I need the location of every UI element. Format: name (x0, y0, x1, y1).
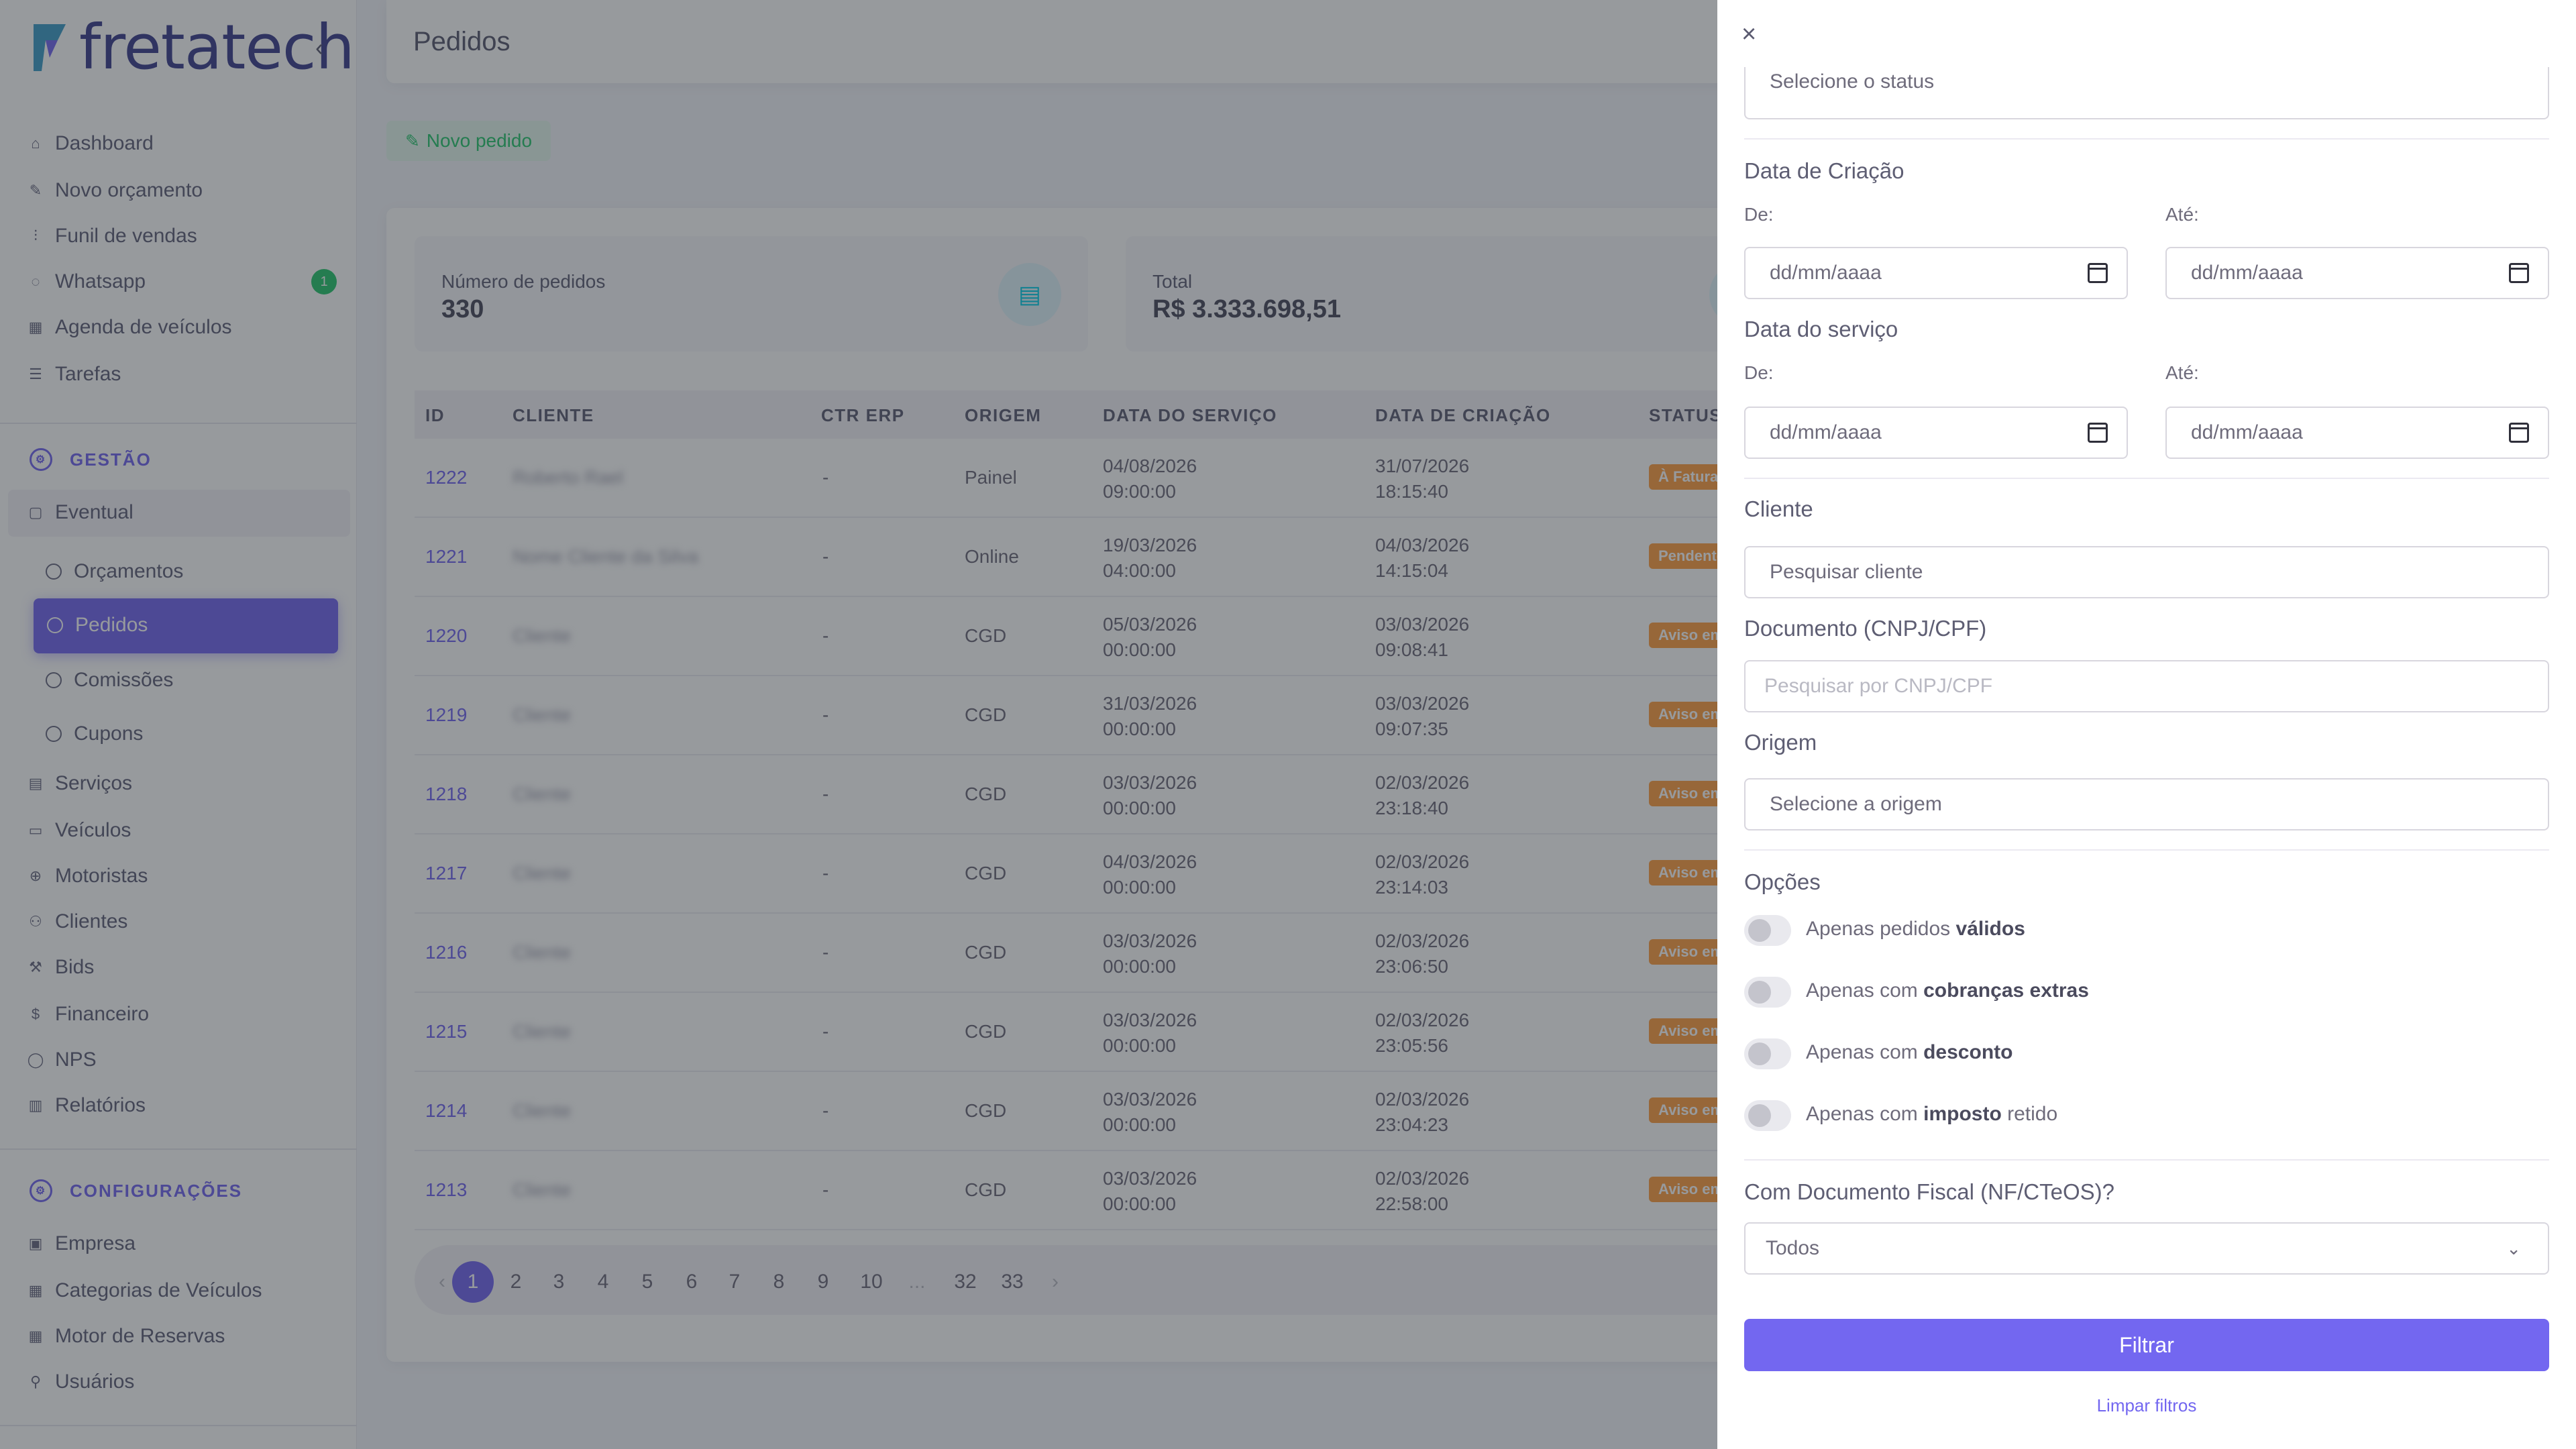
toggle-label-prefix: Apenas pedidos (1806, 918, 1951, 940)
created-to-input[interactable]: dd/mm/aaaa (2165, 247, 2549, 299)
date-placeholder: dd/mm/aaaa (2191, 262, 2303, 284)
status-placeholder: Selecione o status (1770, 70, 1935, 93)
to-label: Até: (2165, 362, 2199, 383)
toggle-label: Apenas com desconto (1806, 1041, 2012, 1064)
chevron-down-icon: ⌄ (2506, 1238, 2521, 1258)
toggle-extra-charges[interactable] (1744, 977, 1791, 1008)
client-title: Cliente (1744, 496, 1813, 521)
divider (1744, 138, 2549, 140)
document-placeholder: Pesquisar por CNPJ/CPF (1764, 675, 1993, 697)
document-search-input[interactable]: Pesquisar por CNPJ/CPF (1744, 660, 2549, 712)
service-from-input[interactable]: dd/mm/aaaa (1744, 407, 2128, 459)
options-title: Opções (1744, 869, 1821, 894)
fiscal-doc-value: Todos (1766, 1237, 1820, 1259)
toggle-label-bold: cobranças extras (1923, 979, 2089, 1002)
client-search-input[interactable]: Pesquisar cliente (1744, 546, 2549, 598)
calendar-icon[interactable] (2509, 423, 2529, 443)
calendar-icon[interactable] (2088, 423, 2108, 443)
status-select[interactable]: Selecione o status (1744, 67, 2549, 119)
fiscal-doc-title: Com Documento Fiscal (NF/CTeOS)? (1744, 1179, 2114, 1204)
divider (1744, 1159, 2549, 1161)
calendar-icon[interactable] (2088, 263, 2108, 283)
toggle-label: Apenas com cobranças extras (1806, 979, 2089, 1002)
fiscal-doc-select[interactable]: Todos ⌄ (1744, 1222, 2549, 1275)
origin-title: Origem (1744, 730, 1817, 755)
client-placeholder: Pesquisar cliente (1770, 561, 1923, 583)
toggle-label: Apenas com imposto retido (1806, 1103, 2057, 1126)
toggle-label-prefix: Apenas com (1806, 1103, 1918, 1125)
created-from-input[interactable]: dd/mm/aaaa (1744, 247, 2128, 299)
toggle-label-suffix: retido (2007, 1103, 2058, 1125)
from-label: De: (1744, 204, 1774, 225)
origin-placeholder: Selecione a origem (1770, 793, 1942, 815)
filter-button[interactable]: Filtrar (1744, 1319, 2549, 1371)
service-to-input[interactable]: dd/mm/aaaa (2165, 407, 2549, 459)
toggle-label-prefix: Apenas com (1806, 979, 1918, 1002)
toggle-label-bold: desconto (1923, 1041, 2013, 1063)
toggle-withheld-tax[interactable] (1744, 1100, 1791, 1131)
calendar-icon[interactable] (2509, 263, 2529, 283)
date-placeholder: dd/mm/aaaa (1770, 421, 1882, 443)
origin-select[interactable]: Selecione a origem (1744, 778, 2549, 830)
toggle-label-bold: válidos (1955, 918, 2025, 940)
document-title: Documento (CNPJ/CPF) (1744, 616, 1987, 641)
service-date-title: Data do serviço (1744, 317, 1898, 341)
date-placeholder: dd/mm/aaaa (1770, 262, 1882, 284)
filter-drawer: × Selecione o status Data de Criação De:… (1717, 0, 2576, 1449)
toggle-label-prefix: Apenas com (1806, 1041, 1918, 1063)
from-label: De: (1744, 362, 1774, 383)
toggle-discount[interactable] (1744, 1038, 1791, 1069)
divider (1744, 849, 2549, 851)
toggle-label: Apenas pedidos válidos (1806, 918, 2025, 941)
date-placeholder: dd/mm/aaaa (2191, 421, 2303, 443)
divider (1744, 478, 2549, 479)
close-icon[interactable]: × (1741, 20, 1756, 49)
to-label: Até: (2165, 204, 2199, 225)
toggle-valid-orders[interactable] (1744, 915, 1791, 946)
created-date-title: Data de Criação (1744, 158, 1904, 183)
clear-filters-link[interactable]: Limpar filtros (1744, 1395, 2549, 1416)
toggle-label-bold: imposto (1923, 1103, 2002, 1125)
